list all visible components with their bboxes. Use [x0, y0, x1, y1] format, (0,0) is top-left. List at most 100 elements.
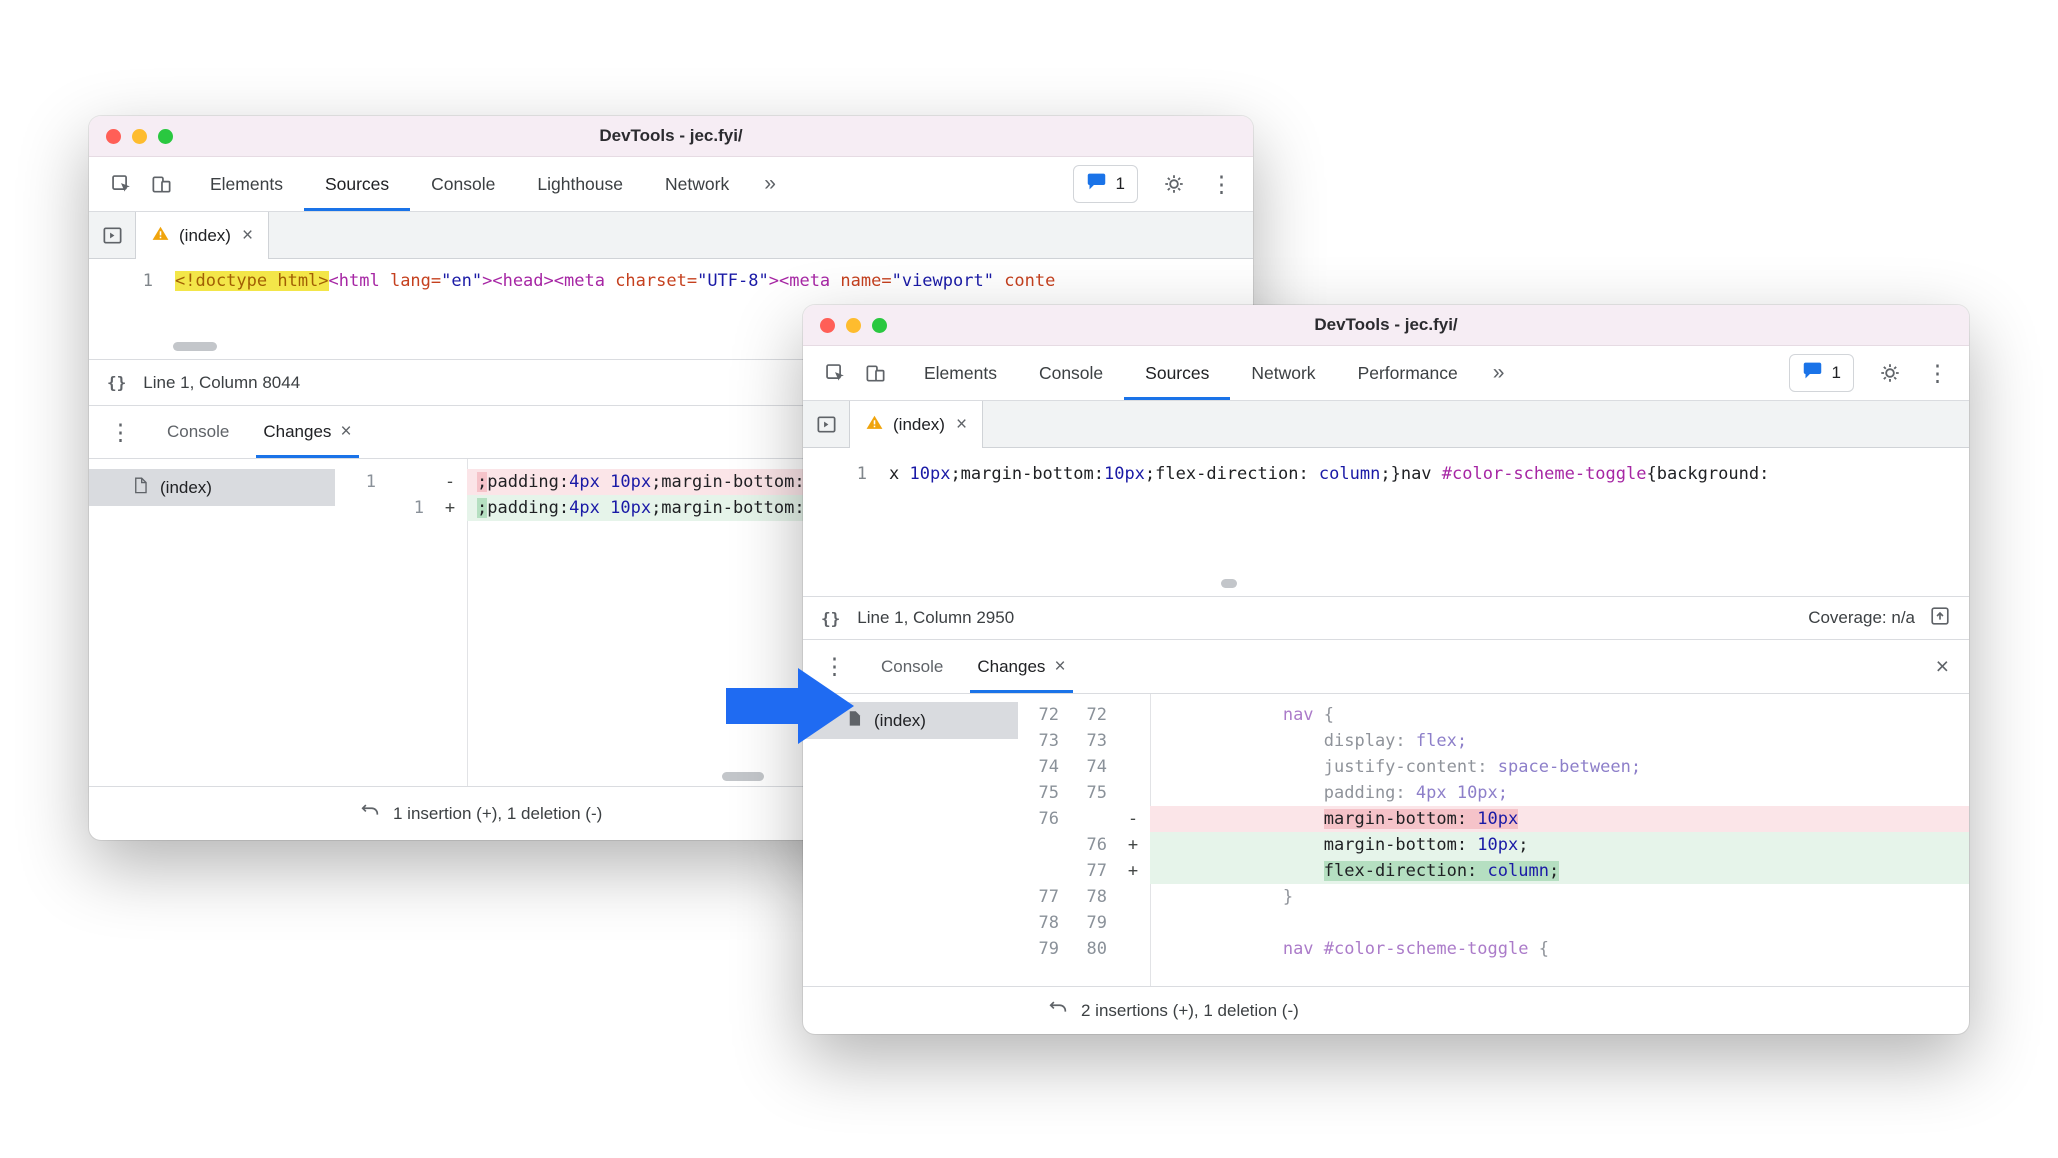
main-menu-icon[interactable]: ⋮ — [1926, 361, 1949, 385]
close-tab-icon[interactable]: × — [1054, 656, 1065, 678]
panel-tab-elements[interactable]: Elements — [189, 157, 304, 211]
drawer-tab-changes[interactable]: Changes × — [960, 640, 1082, 693]
diff-old-line-number: 1 — [365, 472, 376, 492]
tab-label: Elements — [210, 173, 283, 194]
device-toolbar-icon[interactable] — [855, 346, 895, 400]
code-segment: > — [768, 271, 779, 291]
settings-gear-icon[interactable] — [1870, 362, 1910, 384]
panel-tab-console[interactable]: Console — [1018, 346, 1124, 400]
panel-tab-console[interactable]: Console — [410, 157, 516, 211]
changes-file-item-selected[interactable]: (index) — [89, 469, 335, 506]
settings-gear-icon[interactable] — [1154, 173, 1194, 195]
revert-icon[interactable] — [359, 800, 381, 827]
diff-view[interactable]: 72 72 nav {73 73 display: flex; 74 74 justif… — [1018, 694, 1969, 986]
code-segment: 10px — [909, 464, 951, 484]
inspect-element-icon[interactable] — [101, 157, 141, 211]
code-segment: {background: — [1646, 464, 1770, 484]
format-braces-icon[interactable]: {} — [107, 373, 126, 392]
show-navigator-icon[interactable] — [89, 212, 136, 258]
code-segment: { — [1323, 705, 1335, 725]
close-drawer-icon[interactable]: × — [1926, 640, 1959, 693]
code-segment: display: — [1323, 731, 1416, 751]
panel-tab-sources[interactable]: Sources — [303, 157, 411, 211]
changes-summary-label: 2 insertions (+), 1 deletion (-) — [1081, 1000, 1299, 1020]
diff-marker: - — [1127, 809, 1139, 829]
code-segment: space-between; — [1497, 757, 1642, 777]
code-segment: ; — [1548, 861, 1560, 881]
panel-tab-network[interactable]: Network — [644, 157, 750, 211]
close-window-button[interactable] — [106, 128, 121, 144]
drawer-tabs: Console Changes × — [864, 640, 1083, 693]
revert-icon[interactable] — [1047, 997, 1069, 1024]
source-editor[interactable]: 1 x 10px;margin-bottom:10px;flex-directi… — [803, 448, 1969, 596]
panel-tab-elements[interactable]: Elements — [903, 346, 1018, 400]
changes-file-label: (index) — [874, 710, 926, 730]
close-file-tab-icon[interactable]: × — [954, 414, 967, 436]
issues-counter-button[interactable]: 1 — [1072, 165, 1138, 203]
show-navigator-icon[interactable] — [803, 401, 850, 447]
warning-icon — [151, 224, 170, 248]
horizontal-scrollbar[interactable] — [173, 342, 217, 351]
code-segment: 10px — [1477, 835, 1519, 855]
code-segment: 10px — [610, 498, 652, 518]
zoom-window-button[interactable] — [158, 128, 173, 144]
device-toolbar-icon[interactable] — [141, 157, 181, 211]
diff-new-line-number: 78 — [1086, 887, 1107, 907]
code-segment: ;margin-bottom: — [651, 472, 805, 492]
tab-label: Sources — [1145, 362, 1210, 383]
code-segment: <html — [328, 271, 380, 291]
diff-old-line-number: 72 — [1038, 705, 1059, 725]
more-tabs-icon[interactable]: » — [750, 157, 790, 211]
more-tabs-icon[interactable]: » — [1479, 346, 1519, 400]
issues-counter-button[interactable]: 1 — [1788, 354, 1854, 392]
warning-icon — [865, 413, 884, 437]
changes-file-list: (index) — [89, 459, 335, 786]
drawer-tab-changes[interactable]: Changes × — [246, 406, 368, 458]
format-braces-icon[interactable]: {} — [821, 609, 840, 628]
diff-row-del: 76 - margin-bottom: 10px — [1018, 806, 1969, 832]
drawer-tab-console[interactable]: Console — [864, 640, 960, 693]
minimize-window-button[interactable] — [132, 128, 147, 144]
inspect-element-icon[interactable] — [815, 346, 855, 400]
file-tab-label: (index) — [893, 414, 945, 434]
code-segment: <meta — [553, 271, 605, 291]
window-title: DevTools - jec.fyi/ — [599, 126, 743, 145]
drawer-menu-icon[interactable]: ⋮ — [99, 406, 142, 458]
diff-old-line-number — [335, 495, 385, 521]
code-segment: } — [1282, 887, 1294, 907]
diff-horizontal-scrollbar[interactable] — [722, 772, 764, 781]
file-tab-index[interactable]: (index) × — [850, 401, 984, 448]
panel-tab-performance[interactable]: Performance — [1337, 346, 1479, 400]
diff-old-line-number — [1018, 832, 1068, 858]
panel-tab-lighthouse[interactable]: Lighthouse — [516, 157, 644, 211]
code-segment: flex-direction: — [1323, 861, 1488, 881]
titlebar: DevTools - jec.fyi/ — [89, 116, 1253, 157]
close-tab-icon[interactable]: × — [340, 421, 351, 443]
diff-row-ctx: 73 73 display: flex; — [1018, 728, 1969, 754]
close-file-tab-icon[interactable]: × — [240, 225, 253, 247]
drawer-tab-console[interactable]: Console — [150, 406, 246, 458]
tab-label: Changes — [263, 422, 332, 441]
code-segment: "UTF-8" — [697, 271, 769, 291]
code-segment: ;} — [1380, 464, 1401, 484]
panel-tab-sources[interactable]: Sources — [1124, 346, 1231, 400]
diff-marker — [1116, 754, 1150, 780]
code-segment: 4px 10px; — [1415, 783, 1509, 803]
diff-marker — [1116, 884, 1150, 910]
zoom-window-button[interactable] — [872, 317, 887, 333]
cursor-position-label: Line 1, Column 8044 — [143, 372, 301, 392]
diff-row-ctx: 79 80 nav #color-scheme-toggle { — [1018, 936, 1969, 962]
main-menu-icon[interactable]: ⋮ — [1210, 172, 1233, 196]
reveal-panel-icon[interactable] — [1929, 605, 1951, 632]
horizontal-scrollbar[interactable] — [1221, 579, 1237, 588]
close-window-button[interactable] — [820, 317, 835, 333]
diff-row-ctx: 74 74 justify-content: space-between; — [1018, 754, 1969, 780]
file-tab-index[interactable]: (index) × — [136, 212, 270, 259]
changes-summary-label: 1 insertion (+), 1 deletion (-) — [393, 803, 603, 823]
diff-old-line-number: 76 — [1038, 809, 1059, 829]
minimize-window-button[interactable] — [846, 317, 861, 333]
panel-tab-network[interactable]: Network — [1230, 346, 1336, 400]
code-segment: ; — [1518, 835, 1529, 855]
